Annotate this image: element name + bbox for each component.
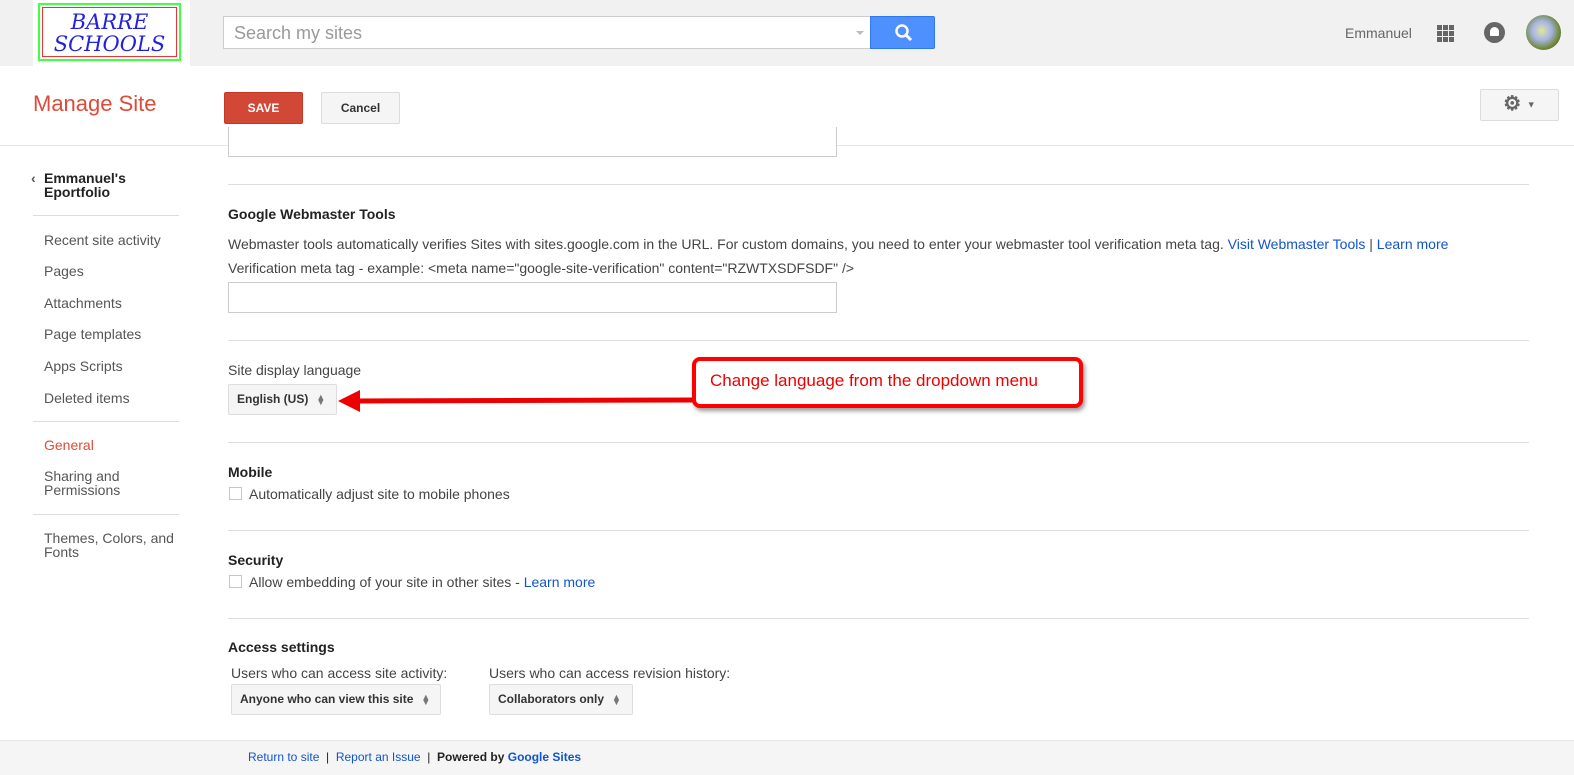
return-to-site-link[interactable]: Return to site (248, 750, 319, 764)
webmaster-heading: Google Webmaster Tools (228, 206, 396, 222)
learn-more-link[interactable]: Learn more (1377, 236, 1449, 252)
revision-history-value: Collaborators only (498, 692, 605, 706)
sidebar-item-recent-activity[interactable]: Recent site activity (44, 233, 161, 247)
divider (33, 421, 179, 422)
google-sites-link[interactable]: Google Sites (508, 750, 581, 764)
security-learn-more-link[interactable]: Learn more (524, 574, 596, 590)
page-title: Manage Site (33, 91, 157, 116)
user-name[interactable]: Emmanuel (1345, 25, 1412, 41)
search-icon (895, 24, 913, 42)
divider (33, 514, 179, 515)
divider (228, 340, 1529, 341)
activity-label: Users who can access site activity: (231, 665, 448, 681)
language-label: Site display language (228, 362, 362, 378)
notifications-bell-icon[interactable] (1484, 22, 1505, 43)
language-select[interactable]: English (US) ▲ ▼ (228, 384, 337, 415)
revision-label: Users who can access revision history: (489, 665, 731, 681)
sidebar-item-page-templates[interactable]: Page templates (44, 327, 141, 341)
chevron-down-icon[interactable] (856, 31, 864, 39)
sidebar-item-apps-scripts[interactable]: Apps Scripts (44, 359, 123, 373)
footer: Return to site | Report an Issue | Power… (0, 740, 1574, 775)
apps-grid-icon[interactable] (1437, 25, 1454, 42)
logo-line1: BARRE (70, 10, 149, 34)
save-button[interactable]: SAVE (224, 92, 303, 124)
site-logo[interactable]: BARRE SCHOOLS (33, 0, 190, 66)
search-placeholder: Search my sites (234, 23, 363, 43)
link-separator: | (1369, 236, 1373, 252)
security-heading: Security (228, 552, 284, 568)
verification-meta-tag-input[interactable] (228, 282, 837, 313)
annotation-arrow-icon (338, 390, 695, 412)
divider (33, 215, 179, 216)
divider (228, 618, 1529, 619)
sidebar-item-general[interactable]: General (44, 438, 94, 452)
logo-line2: SCHOOLS (53, 32, 166, 56)
mobile-heading: Mobile (228, 464, 273, 480)
select-arrows-icon: ▲ ▼ (421, 691, 431, 707)
mobile-checkbox-label[interactable]: Automatically adjust site to mobile phon… (249, 486, 510, 502)
site-activity-value: Anyone who can view this site (240, 692, 414, 706)
select-arrows-icon: ▲ ▼ (316, 391, 326, 407)
powered-by-text: Powered by (437, 750, 505, 764)
previous-field-input[interactable] (228, 127, 837, 157)
annotation-callout: Change language from the dropdown menu (692, 357, 1083, 408)
sidebar-item-attachments[interactable]: Attachments (44, 296, 122, 310)
back-chevron-icon[interactable]: ‹ (31, 170, 36, 186)
divider (228, 530, 1529, 531)
gear-icon: ⚙ (1503, 93, 1522, 115)
visit-webmaster-tools-link[interactable]: Visit Webmaster Tools (1228, 236, 1366, 252)
site-activity-select[interactable]: Anyone who can view this site ▲ ▼ (231, 684, 441, 715)
sidebar-item-pages[interactable]: Pages (44, 264, 84, 278)
footer-separator: | (427, 750, 431, 764)
revision-history-select[interactable]: Collaborators only ▲ ▼ (489, 684, 633, 715)
footer-separator: | (326, 750, 330, 764)
embedding-checkbox-label[interactable]: Allow embedding of your site in other si… (249, 574, 524, 590)
select-arrows-icon: ▲ ▼ (612, 691, 621, 707)
webmaster-description: Webmaster tools automatically verifies S… (228, 236, 1224, 252)
chevron-down-icon: ▼ (1526, 99, 1536, 110)
report-issue-link[interactable]: Report an Issue (336, 750, 421, 764)
verification-example: Verification meta tag - example: <meta n… (228, 260, 855, 276)
access-heading: Access settings (228, 639, 335, 655)
divider (228, 442, 1529, 443)
search-input[interactable]: Search my sites (223, 16, 871, 49)
divider (228, 184, 1529, 185)
site-name-link[interactable]: Emmanuel's Eportfolio (44, 171, 164, 199)
embedding-checkbox[interactable] (229, 575, 242, 588)
search-button[interactable] (870, 16, 935, 49)
sidebar-item-sharing[interactable]: Sharing and Permissions (44, 469, 154, 497)
settings-button[interactable]: ⚙ ▼ (1480, 89, 1559, 121)
avatar[interactable] (1526, 15, 1561, 50)
sidebar-item-themes[interactable]: Themes, Colors, and Fonts (44, 531, 184, 559)
language-value: English (US) (237, 392, 309, 406)
cancel-button[interactable]: Cancel (321, 92, 400, 124)
sidebar-item-deleted-items[interactable]: Deleted items (44, 391, 130, 405)
mobile-checkbox[interactable] (229, 487, 242, 500)
